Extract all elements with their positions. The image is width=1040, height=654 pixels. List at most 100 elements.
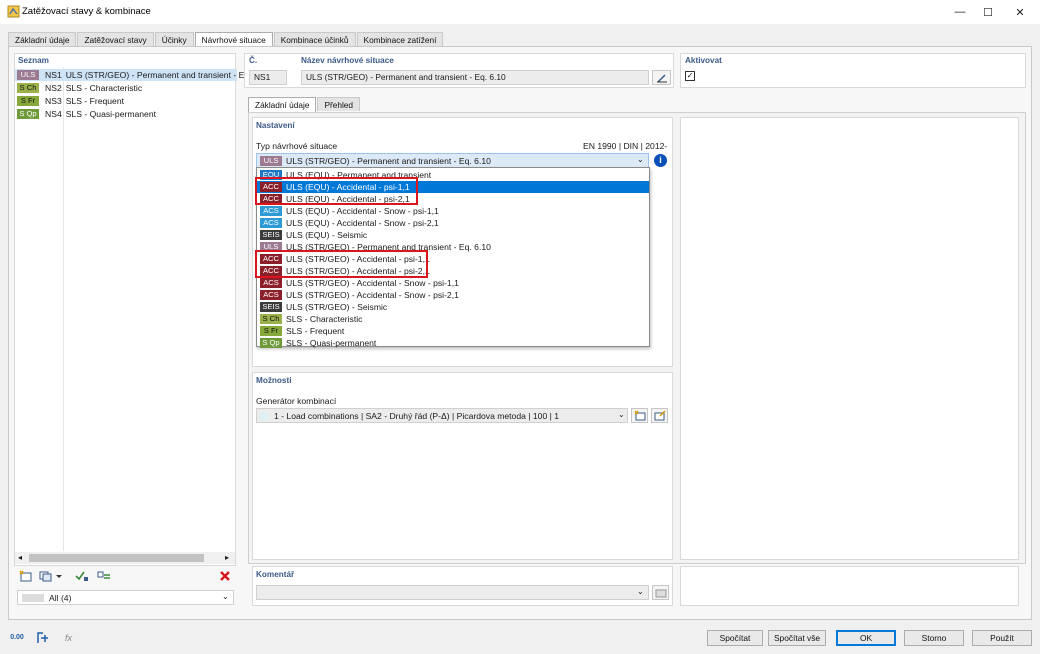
options-panel: Možnosti Generátor kombinací 1 - Load co…	[252, 372, 673, 560]
tab-basic[interactable]: Základní údaje	[8, 32, 77, 46]
list-item[interactable]: S Qp NS4 SLS - Quasi-permanent	[15, 108, 156, 120]
name-field[interactable]: ULS (STR/GEO) - Permanent and transient …	[301, 70, 649, 85]
list-item[interactable]: S Fr NS3 SLS - Frequent	[15, 95, 124, 107]
ok-button[interactable]: OK	[836, 630, 896, 646]
situation-type-label: Typ návrhové situace	[256, 141, 338, 151]
dropdown-item[interactable]: ACS ULS (EQU) - Accidental - Snow - psi-1…	[257, 205, 649, 217]
dropdown-item[interactable]: ACS ULS (EQU) - Accidental - Snow - psi-2…	[257, 217, 649, 229]
situation-type-select[interactable]: ULS ULS (STR/GEO) - Permanent and transi…	[256, 153, 649, 168]
dropdown-item-badge: S Ch	[260, 314, 282, 324]
selected-badge: ULS	[260, 156, 282, 166]
dropdown-item[interactable]: S Fr SLS - Frequent	[257, 325, 649, 337]
minimize-icon: —	[954, 6, 966, 18]
scroll-right-icon[interactable]: ▸	[225, 553, 229, 562]
dropdown-item-label: SLS - Characteristic	[286, 314, 363, 324]
comment-library-button[interactable]	[652, 585, 669, 600]
chevron-down-icon: ⌄	[637, 587, 644, 596]
delete-button[interactable]	[216, 568, 233, 583]
comment-panel: Komentář ⌄	[252, 566, 673, 606]
list-item-number: NS2	[45, 83, 62, 93]
new-item-button[interactable]	[17, 568, 34, 583]
number-label: Č.	[249, 56, 258, 65]
dropdown-item[interactable]: S Ch SLS - Characteristic	[257, 313, 649, 325]
new-generator-icon	[634, 410, 645, 421]
right-panel	[680, 117, 1019, 560]
tab-actions[interactable]: Účinky	[154, 32, 194, 46]
copy-item-button[interactable]	[37, 568, 65, 583]
dropdown-item-label: ULS (EQU) - Accidental - Snow - psi-2,1	[286, 218, 439, 228]
list-item-badge: S Fr	[17, 96, 39, 106]
maximize-button[interactable]: ☐	[972, 0, 1004, 24]
edit-icon	[656, 73, 667, 83]
edit-generator-button[interactable]	[651, 408, 668, 423]
horizontal-scrollbar[interactable]: ◂ ▸	[15, 552, 235, 564]
subtab-basic[interactable]: Základní údaje	[248, 97, 317, 112]
dropdown-item-badge: ACS	[260, 290, 282, 300]
filter-select[interactable]: All (4) ⌄	[17, 590, 234, 605]
chevron-down-icon: ⌄	[618, 410, 625, 419]
scroll-left-icon[interactable]: ◂	[18, 553, 22, 562]
tab-action-combinations[interactable]: Kombinace účinků	[273, 32, 356, 46]
highlight-box	[255, 177, 418, 205]
tab-design-situations[interactable]: Návrhové situace	[194, 32, 273, 47]
dropdown-item-badge: SEIS	[260, 302, 282, 312]
list-header: Seznam	[18, 56, 49, 65]
dropdown-item-label: ULS (STR/GEO) - Seismic	[286, 302, 388, 312]
list-panel: Seznam ULS NS1 ULS (STR/GEO) - Permanent…	[14, 53, 244, 566]
edit-generator-icon	[654, 410, 665, 421]
cancel-button[interactable]: Storno	[904, 630, 964, 646]
calculate-all-button[interactable]: Spočítat vše	[768, 630, 826, 646]
dropdown-item-badge: SEIS	[260, 230, 282, 240]
column-divider	[63, 67, 64, 551]
comment-field[interactable]: ⌄	[256, 585, 649, 600]
delete-icon	[219, 570, 230, 581]
new-generator-button[interactable]	[631, 408, 648, 423]
close-button[interactable]: ✕	[1004, 0, 1036, 24]
dropdown-item[interactable]: SEIS ULS (STR/GEO) - Seismic	[257, 301, 649, 313]
info-icon[interactable]: i	[654, 154, 667, 167]
subtab-overview[interactable]: Přehled	[317, 97, 361, 111]
generator-select[interactable]: 1 - Load combinations | SA2 - Druhý řád …	[256, 408, 628, 423]
tab-load-cases[interactable]: Zatěžovací stavy	[77, 32, 154, 46]
list-item-label: SLS - Characteristic	[65, 83, 143, 93]
calculate-button[interactable]: Spočítat	[707, 630, 763, 646]
check-button[interactable]	[73, 568, 90, 583]
generator-swatch	[260, 412, 269, 420]
dropdown-item-badge: ACS	[260, 206, 282, 216]
list-item-label: SLS - Frequent	[65, 96, 124, 106]
dropdown-item[interactable]: SEIS ULS (EQU) - Seismic	[257, 229, 649, 241]
list-item-badge: S Qp	[17, 109, 39, 119]
uncheck-button[interactable]	[95, 568, 112, 583]
dropdown-item[interactable]: ACS ULS (STR/GEO) - Accidental - Snow - p…	[257, 277, 649, 289]
comment-library-icon	[655, 589, 666, 597]
activate-panel: Aktivovat ✓	[680, 53, 1026, 88]
tab-load-combinations[interactable]: Kombinace zatížení	[356, 32, 444, 46]
dropdown-item[interactable]: S Qp SLS - Quasi-permanent	[257, 337, 649, 349]
list-item[interactable]: ULS NS1 ULS (STR/GEO) - Permanent and tr…	[15, 69, 244, 81]
list-item-number: NS1	[45, 70, 62, 80]
activate-checkbox[interactable]: ✓	[685, 71, 695, 81]
filter-swatch	[22, 594, 44, 602]
comment-header: Komentář	[256, 570, 295, 579]
maximize-icon: ☐	[983, 6, 993, 19]
list-item-number: NS3	[45, 96, 62, 106]
formula-button[interactable]: fx	[60, 630, 77, 645]
units-button[interactable]: 0.00	[8, 630, 26, 645]
list-item-label: SLS - Quasi-permanent	[65, 109, 156, 119]
selected-value: ULS (STR/GEO) - Permanent and transient …	[286, 156, 491, 166]
dropdown-item-label: SLS - Quasi-permanent	[286, 338, 377, 348]
list-item[interactable]: S Ch NS2 SLS - Characteristic	[15, 82, 142, 94]
app-icon	[7, 5, 20, 18]
scrollbar-thumb[interactable]	[29, 554, 204, 562]
title-bar: Zatěžovací stavy & kombinace — ☐ ✕	[0, 0, 1040, 24]
number-field[interactable]: NS1	[249, 70, 287, 85]
list-item-label: ULS (STR/GEO) - Permanent and transient …	[65, 70, 245, 80]
new-item-icon	[19, 570, 31, 581]
dropdown-item[interactable]: ACS ULS (STR/GEO) - Accidental - Snow - p…	[257, 289, 649, 301]
apply-button[interactable]: Použít	[972, 630, 1032, 646]
dropdown-item-badge: S Qp	[260, 338, 282, 348]
generator-label: Generátor kombinací	[256, 396, 337, 406]
chevron-down-icon: ⌄	[637, 155, 644, 164]
model-button[interactable]	[34, 630, 51, 645]
edit-name-button[interactable]	[652, 70, 671, 85]
